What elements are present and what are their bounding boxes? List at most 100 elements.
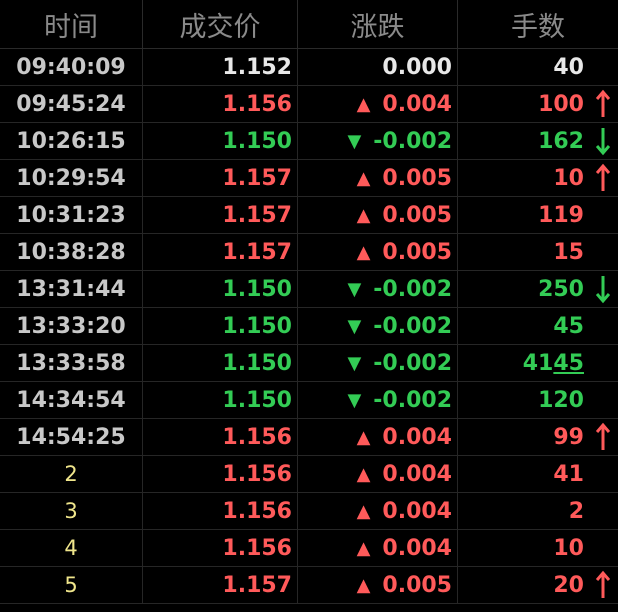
trade-volume: 10 [553, 535, 584, 561]
trade-volume: 162 [458, 123, 618, 159]
trade-change-value: 0.004 [382, 535, 452, 561]
header-time[interactable]: 时间 [0, 0, 143, 48]
trade-time: 14:54:25 [0, 419, 143, 455]
trade-change-value: 0.000 [382, 54, 452, 80]
trade-time: 2 [0, 456, 143, 492]
trade-change-value: 0.004 [382, 424, 452, 450]
table-row[interactable]: 14:54:25 1.156 ▲ 0.004 99 [0, 419, 618, 456]
table-row[interactable]: 10:26:15 1.150 ▼ -0.002 162 [0, 123, 618, 160]
header-price[interactable]: 成交价 [143, 0, 298, 48]
trade-price: 1.156 [143, 419, 298, 455]
trade-change: ▼ -0.002 [298, 271, 458, 307]
trade-change-value: 0.005 [382, 165, 452, 191]
volume-prefix: 41 [522, 350, 554, 376]
trade-price: 1.157 [143, 234, 298, 270]
trade-change: ▲ 0.004 [298, 493, 458, 529]
arrow-up-icon [596, 422, 610, 450]
trade-volume: 41 [553, 461, 584, 487]
table-row[interactable]: 09:45:24 1.156 ▲ 0.004 100 [0, 86, 618, 123]
trade-time: 5 [0, 567, 143, 603]
triangle-up-icon: ▲ [356, 463, 371, 485]
table-row[interactable]: 13:33:20 1.150 ▼ -0.002 45 [0, 308, 618, 345]
trade-time: 10:29:54 [0, 160, 143, 196]
trade-change-value: 0.005 [382, 202, 452, 228]
table-row[interactable]: 4 1.156 ▲ 0.004 10 [0, 530, 618, 567]
trade-time: 3 [0, 493, 143, 529]
trade-volume: 10 [458, 160, 618, 196]
trade-volume: 15 [553, 239, 584, 265]
trade-change: ▲ 0.004 [298, 86, 458, 122]
volume-highlight: 45 [553, 350, 584, 376]
trade-change-value: -0.002 [373, 387, 452, 413]
trade-time: 13:33:58 [0, 345, 143, 381]
table-row[interactable]: 13:31:44 1.150 ▼ -0.002 250 [0, 271, 618, 308]
triangle-up-icon: ▲ [356, 537, 371, 559]
trade-ticker-table: 时间 成交价 涨跌 手数 09:40:09 1.152 0.000 40 09:45:2… [0, 0, 618, 604]
trade-change: ▲ 0.005 [298, 160, 458, 196]
triangle-up-icon: ▲ [356, 204, 371, 226]
header-volume[interactable]: 手数 [458, 0, 618, 48]
trade-change: ▲ 0.005 [298, 567, 458, 603]
trade-volume: 20 [458, 567, 618, 603]
arrow-up-icon [596, 89, 610, 117]
triangle-up-icon: ▲ [356, 167, 371, 189]
trade-price: 1.157 [143, 197, 298, 233]
trade-change-value: 0.005 [382, 572, 452, 598]
trade-volume: 45 [553, 313, 584, 339]
trade-time: 4 [0, 530, 143, 566]
trade-time: 09:45:24 [0, 86, 143, 122]
triangle-up-icon: ▲ [356, 574, 371, 596]
trade-change: ▲ 0.005 [298, 197, 458, 233]
trade-price: 1.157 [143, 160, 298, 196]
trade-change: ▲ 0.004 [298, 456, 458, 492]
trade-change-value: -0.002 [373, 276, 452, 302]
trade-price: 1.156 [143, 86, 298, 122]
table-row[interactable]: 10:31:23 1.157 ▲ 0.005 119 [0, 197, 618, 234]
trade-change-value: 0.004 [382, 91, 452, 117]
trade-change: ▲ 0.004 [298, 530, 458, 566]
arrow-down-icon [596, 128, 610, 156]
trade-volume: 99 [458, 419, 618, 455]
trade-price: 1.152 [143, 49, 298, 85]
triangle-up-icon: ▲ [356, 93, 371, 115]
trade-change: ▼ -0.002 [298, 123, 458, 159]
trade-time: 13:33:20 [0, 308, 143, 344]
table-row[interactable]: 10:38:28 1.157 ▲ 0.005 15 [0, 234, 618, 271]
trade-price: 1.156 [143, 493, 298, 529]
header-change[interactable]: 涨跌 [298, 0, 458, 48]
trade-change-value: 0.004 [382, 461, 452, 487]
table-row[interactable]: 14:34:54 1.150 ▼ -0.002 120 [0, 382, 618, 419]
trade-change: ▼ -0.002 [298, 345, 458, 381]
trade-time: 13:31:44 [0, 271, 143, 307]
arrow-down-icon [596, 276, 610, 304]
table-body: 09:40:09 1.152 0.000 40 09:45:24 1.156 ▲ 0.004 1… [0, 49, 618, 604]
trade-time: 10:31:23 [0, 197, 143, 233]
trade-change: ▲ 0.004 [298, 419, 458, 455]
table-row[interactable]: 3 1.156 ▲ 0.004 2 [0, 493, 618, 530]
trade-time: 10:38:28 [0, 234, 143, 270]
table-row[interactable]: 09:40:09 1.152 0.000 40 [0, 49, 618, 86]
table-row[interactable]: 10:29:54 1.157 ▲ 0.005 10 [0, 160, 618, 197]
trade-price: 1.157 [143, 567, 298, 603]
trade-volume: 250 [458, 271, 618, 307]
triangle-up-icon: ▲ [356, 500, 371, 522]
trade-volume: 100 [458, 86, 618, 122]
table-row[interactable]: 5 1.157 ▲ 0.005 20 [0, 567, 618, 604]
trade-change-value: -0.002 [373, 350, 452, 376]
arrow-up-icon [596, 163, 610, 191]
trade-price: 1.150 [143, 382, 298, 418]
table-row[interactable]: 13:33:58 1.150 ▼ -0.002 41 45 [0, 345, 618, 382]
trade-price: 1.156 [143, 456, 298, 492]
trade-price: 1.150 [143, 123, 298, 159]
trade-volume: 120 [538, 387, 584, 413]
trade-change: ▼ -0.002 [298, 308, 458, 344]
trade-price: 1.150 [143, 345, 298, 381]
triangle-down-icon: ▼ [347, 315, 362, 337]
trade-time: 09:40:09 [0, 49, 143, 85]
trade-change: 0.000 [298, 49, 458, 85]
trade-volume: 40 [553, 54, 584, 80]
triangle-up-icon: ▲ [356, 241, 371, 263]
trade-volume: 41 45 [458, 345, 618, 381]
triangle-up-icon: ▲ [356, 426, 371, 448]
table-row[interactable]: 2 1.156 ▲ 0.004 41 [0, 456, 618, 493]
